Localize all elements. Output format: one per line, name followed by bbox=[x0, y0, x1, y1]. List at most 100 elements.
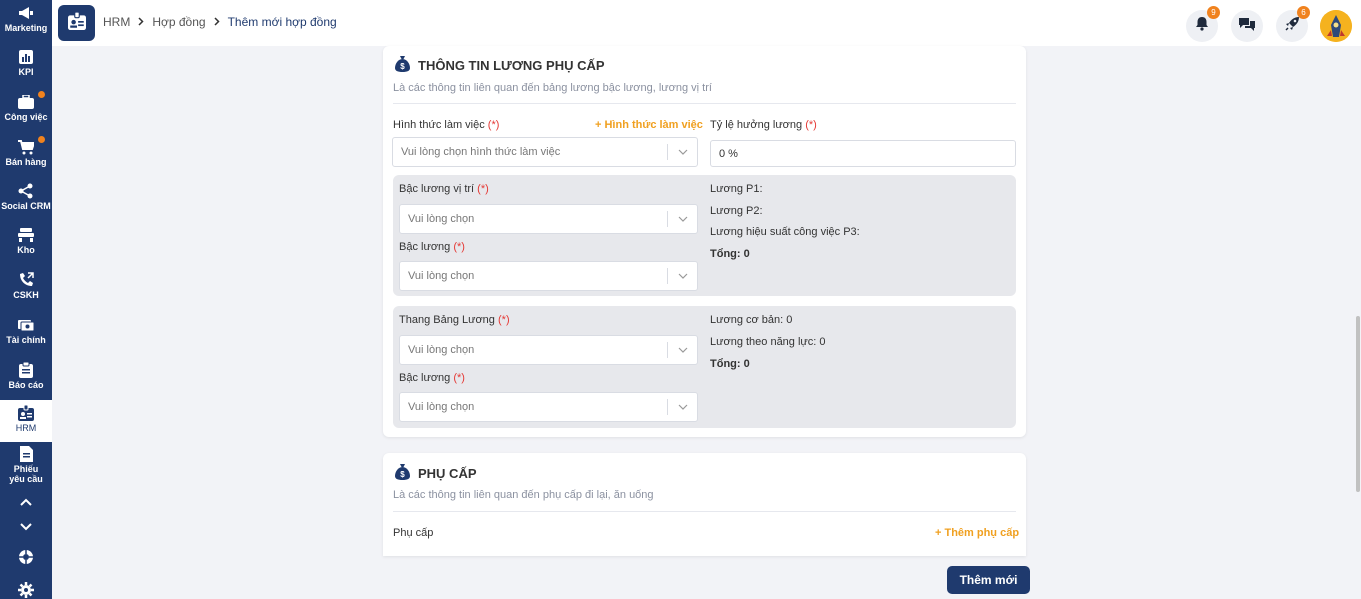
rocket-count-badge: 6 bbox=[1297, 6, 1310, 19]
grade-select[interactable]: Vui lòng chọn bbox=[399, 392, 698, 422]
grade-select[interactable]: Vui lòng chọn bbox=[399, 261, 698, 291]
megaphone-icon bbox=[17, 4, 35, 22]
sidebar-item-marketing[interactable]: Marketing bbox=[0, 4, 52, 33]
avatar[interactable] bbox=[1320, 10, 1352, 42]
briefcase-icon bbox=[17, 93, 35, 111]
salary-rate-label: Tỷ lệ hưởng lương (*) bbox=[710, 119, 817, 131]
money-bag-icon: $ bbox=[395, 56, 410, 75]
gear-icon bbox=[17, 581, 35, 599]
chevron-down-icon bbox=[667, 342, 697, 358]
page-scrollbar-thumb[interactable] bbox=[1356, 316, 1360, 492]
ability-salary-text: Lương theo năng lực: 0 bbox=[710, 336, 826, 348]
breadcrumb-item[interactable]: Hợp đồng bbox=[152, 15, 205, 29]
sidebar-item-label: Bán hàng bbox=[5, 157, 47, 167]
salary-scale-label: Thang Bảng Lương (*) bbox=[399, 314, 510, 326]
money-icon bbox=[17, 316, 35, 334]
sidebar-item-label: Báo cáo bbox=[8, 380, 44, 390]
sidebar-item-kpi[interactable]: KPI bbox=[0, 48, 52, 77]
document-icon bbox=[17, 445, 35, 463]
sidebar-item-cong-viec[interactable]: Công việc bbox=[0, 93, 52, 122]
salary-p3-text: Lương hiệu suất công việc P3: bbox=[710, 226, 860, 238]
sidebar-item-label: Kho bbox=[17, 245, 35, 255]
sidebar-item-label: KPI bbox=[18, 67, 34, 77]
svg-text:$: $ bbox=[400, 62, 405, 71]
sidebar-item-label: Công việc bbox=[4, 112, 48, 122]
id-card-icon bbox=[17, 404, 35, 422]
chevron-down-icon bbox=[667, 211, 697, 227]
sidebar-support-button[interactable] bbox=[0, 548, 52, 566]
total-text: Tổng: 0 bbox=[710, 248, 750, 260]
chevron-right-icon bbox=[138, 15, 144, 29]
sidebar-item-label: CSKH bbox=[13, 290, 39, 300]
module-home-button[interactable] bbox=[58, 5, 95, 41]
section-subtitle: Là các thông tin liên quan đến phụ cấp đ… bbox=[393, 489, 654, 501]
rocket-icon bbox=[1284, 16, 1300, 36]
notification-dot bbox=[38, 91, 45, 98]
work-form-label: Hình thức làm việc (*) bbox=[393, 119, 500, 131]
salary-p2-text: Lương P2: bbox=[710, 205, 763, 217]
chevron-down-icon bbox=[667, 399, 697, 415]
money-bag-icon: $ bbox=[395, 464, 410, 483]
sidebar-item-label: HRM bbox=[15, 423, 37, 433]
sidebar-item-hrm[interactable]: HRM bbox=[0, 400, 52, 442]
sidebar-scroll-down[interactable] bbox=[0, 518, 52, 536]
chevron-down-icon bbox=[17, 518, 35, 536]
sidebar-item-tai-chinh[interactable]: Tài chính bbox=[0, 316, 52, 345]
salary-scale-panel: Thang Bảng Lương (*) Vui lòng chọn Bậc l… bbox=[393, 306, 1016, 428]
rocket-button[interactable]: 6 bbox=[1276, 6, 1310, 42]
sidebar-settings-button[interactable] bbox=[0, 581, 52, 599]
notification-count-badge: 9 bbox=[1207, 6, 1220, 19]
sidebar: Marketing KPI Công việc Bán hàng Social … bbox=[0, 0, 52, 599]
divider bbox=[393, 511, 1016, 512]
chevron-up-icon bbox=[17, 493, 35, 511]
position-salary-panel: Bậc lương vị trí (*) Vui lòng chọn Bậc l… bbox=[393, 175, 1016, 296]
base-salary-text: Lương cơ bản: 0 bbox=[710, 314, 793, 326]
chart-icon bbox=[17, 48, 35, 66]
sidebar-item-social-crm[interactable]: Social CRM bbox=[0, 182, 52, 211]
position-grade-label: Bậc lương vị trí (*) bbox=[399, 183, 489, 195]
sidebar-item-label: Marketing bbox=[4, 23, 48, 33]
chevron-down-icon bbox=[667, 268, 697, 284]
submit-button[interactable]: Thêm mới bbox=[947, 566, 1030, 594]
section-subtitle: Là các thông tin liên quan đến bảng lươn… bbox=[393, 82, 712, 94]
salary-info-card: $ THÔNG TIN LƯƠNG PHỤ CẤP Là các thông t… bbox=[383, 46, 1026, 437]
sidebar-item-phieu-yeu-cau[interactable]: Phiếu yêu cầu bbox=[0, 445, 52, 484]
chevron-right-icon bbox=[214, 15, 220, 29]
lifebuoy-icon bbox=[17, 548, 35, 566]
bell-icon bbox=[1195, 16, 1209, 36]
divider bbox=[393, 103, 1016, 104]
sidebar-item-bao-cao[interactable]: Báo cáo bbox=[0, 361, 52, 390]
clipboard-icon bbox=[17, 361, 35, 379]
sidebar-item-cskh[interactable]: CSKH bbox=[0, 271, 52, 300]
section-title-text: PHỤ CẤP bbox=[418, 466, 477, 481]
section-title: $ PHỤ CẤP bbox=[395, 464, 477, 483]
work-form-select[interactable]: Vui lòng chọn hình thức làm việc bbox=[392, 137, 698, 167]
salary-rate-input[interactable]: 0 % bbox=[710, 140, 1016, 167]
breadcrumb-current: Thêm mới hợp đồng bbox=[227, 15, 337, 29]
chat-icon bbox=[1239, 17, 1255, 36]
breadcrumb: HRM Hợp đồng Thêm mới hợp đồng bbox=[103, 15, 337, 29]
notifications-button[interactable]: 9 bbox=[1186, 6, 1220, 42]
sidebar-item-ban-hang[interactable]: Bán hàng bbox=[0, 138, 52, 167]
add-allowance-link[interactable]: + Thêm phụ cấp bbox=[935, 527, 1019, 539]
svg-text:$: $ bbox=[400, 470, 405, 479]
sidebar-item-kho[interactable]: Kho bbox=[0, 226, 52, 255]
position-grade-select[interactable]: Vui lòng chọn bbox=[399, 204, 698, 234]
salary-p1-text: Lương P1: bbox=[710, 183, 763, 195]
id-card-icon bbox=[67, 10, 86, 35]
sidebar-item-label: Tài chính bbox=[6, 335, 46, 345]
sidebar-item-label: Social CRM bbox=[1, 201, 51, 211]
sidebar-scroll-up[interactable] bbox=[0, 493, 52, 511]
add-work-form-link[interactable]: + Hình thức làm việc bbox=[595, 119, 703, 131]
sidebar-item-label: Phiếu yêu cầu bbox=[9, 464, 43, 484]
allowance-card: $ PHỤ CẤP Là các thông tin liên quan đến… bbox=[383, 453, 1026, 556]
breadcrumb-item[interactable]: HRM bbox=[103, 15, 130, 29]
section-title: $ THÔNG TIN LƯƠNG PHỤ CẤP bbox=[395, 56, 605, 75]
salary-scale-select[interactable]: Vui lòng chọn bbox=[399, 335, 698, 365]
notification-dot bbox=[38, 136, 45, 143]
messages-button[interactable] bbox=[1231, 10, 1263, 42]
cart-icon bbox=[17, 138, 35, 156]
phone-icon bbox=[17, 271, 35, 289]
share-icon bbox=[17, 182, 35, 200]
grade-label: Bậc lương (*) bbox=[399, 241, 465, 253]
